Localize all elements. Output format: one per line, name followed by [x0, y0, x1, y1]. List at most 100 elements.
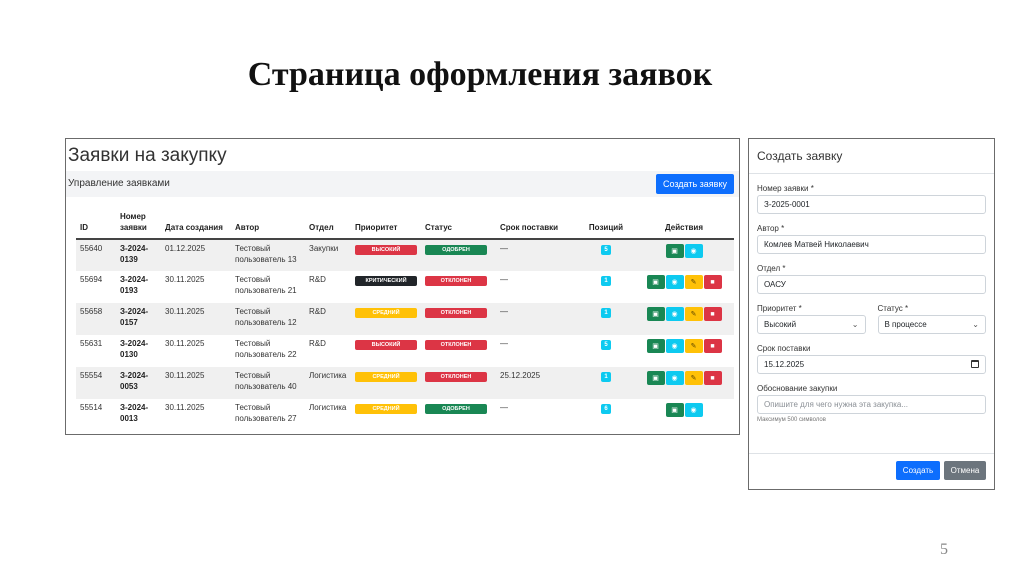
cell-deadline: — [500, 339, 508, 348]
table-header-row: ID Номер заявки Дата создания Автор Отде… [76, 209, 734, 240]
priority-badge: ВЫСОКИЙ [355, 340, 417, 350]
cell-author: Тестовый пользователь 27 [235, 403, 297, 423]
pencil-icon[interactable]: ✎ [684, 275, 703, 289]
cell-deadline: — [496, 303, 578, 335]
column-header-number[interactable]: Номер заявки [116, 209, 161, 240]
orders-toolbar: Управление заявками Создать заявку [66, 171, 739, 197]
row-actions: ▣ ◉ ✎ ■ [646, 339, 722, 353]
column-header-priority[interactable]: Приоритет [351, 209, 421, 240]
eye-icon[interactable]: ◉ [665, 275, 684, 289]
column-header-positions[interactable]: Позиций [578, 209, 634, 240]
box-icon[interactable]: ▣ [665, 403, 684, 417]
eye-icon[interactable]: ◉ [665, 339, 684, 353]
cell-positions: 1 [578, 303, 634, 335]
status-select[interactable]: В процессе ⌄ [877, 315, 986, 334]
trash-icon[interactable]: ■ [703, 275, 722, 289]
row-actions: ▣ ◉ [665, 244, 703, 258]
cell-status: ОТКЛОНЕН [421, 335, 496, 367]
page-number: 5 [940, 541, 948, 558]
positions-badge: 1 [601, 372, 611, 382]
box-icon[interactable]: ▣ [646, 307, 665, 321]
deadline-input[interactable]: 15.12.2025 [757, 355, 986, 374]
box-icon[interactable]: ▣ [665, 244, 684, 258]
eye-icon[interactable]: ◉ [684, 244, 703, 258]
row-actions: ▣ ◉ ✎ ■ [646, 275, 722, 289]
department-input[interactable]: ОАСУ [757, 275, 986, 294]
trash-icon[interactable]: ■ [703, 339, 722, 353]
submit-button[interactable]: Создать [896, 461, 940, 480]
cell-number: З-2024-0053 [116, 367, 161, 399]
eye-icon[interactable]: ◉ [684, 403, 703, 417]
cell-actions: ▣ ◉ ✎ ■ [634, 271, 734, 303]
cell-deadline: — [500, 403, 508, 412]
cell-status: ОТКЛОНЕН [421, 303, 496, 335]
table-row[interactable]: 55658 З-2024-0157 30.11.2025 Тестовый по… [76, 303, 734, 335]
cell-id: 55640 [76, 239, 116, 271]
table-row[interactable]: 55514 З-2024-0013 30.11.2025 Тестовый по… [76, 399, 734, 431]
cell-actions: ▣ ◉ ✎ ■ [634, 367, 734, 399]
justification-hint: Максимум 500 символов [757, 417, 826, 423]
pencil-icon[interactable]: ✎ [684, 339, 703, 353]
priority-badge: СРЕДНИЙ [355, 308, 417, 318]
priority-status-row: Приоритет * Высокий ⌄ Статус * В процесс… [757, 294, 986, 334]
box-icon[interactable]: ▣ [646, 339, 665, 353]
trash-icon[interactable]: ■ [703, 371, 722, 385]
cell-created: 30.11.2025 [165, 275, 205, 284]
cell-id: 55554 [76, 367, 116, 399]
cell-department: R&D [309, 339, 326, 348]
column-header-created[interactable]: Дата создания [161, 209, 231, 240]
justification-input[interactable]: Опишите для чего нужна эта закупка... [757, 395, 986, 414]
positions-badge: 5 [601, 340, 611, 350]
table-row[interactable]: 55640 З-2024-0139 01.12.2025 Тестовый по… [76, 239, 734, 271]
status-badge: ОДОБРЕН [425, 245, 487, 255]
status-badge: ОТКЛОНЕН [425, 308, 487, 318]
author-label: Автор * [757, 224, 785, 233]
pencil-icon[interactable]: ✎ [684, 371, 703, 385]
status-badge: ОТКЛОНЕН [425, 276, 487, 286]
column-header-author[interactable]: Автор [231, 209, 305, 240]
form-footer: Создать Отмена [749, 453, 994, 489]
row-actions: ▣ ◉ ✎ ■ [646, 371, 722, 385]
pencil-icon[interactable]: ✎ [684, 307, 703, 321]
number-input[interactable]: З-2025-0001 [757, 195, 986, 214]
box-icon[interactable]: ▣ [646, 371, 665, 385]
chevron-down-icon: ⌄ [972, 320, 979, 329]
eye-icon[interactable]: ◉ [665, 307, 684, 321]
cancel-button[interactable]: Отмена [944, 461, 986, 480]
priority-badge: СРЕДНИЙ [355, 404, 417, 414]
cell-department: Логистика [305, 367, 351, 399]
cell-number: З-2024-0193 [120, 275, 149, 295]
cell-id: 55514 [80, 403, 103, 412]
trash-icon[interactable]: ■ [703, 307, 722, 321]
table-row[interactable]: 55554 З-2024-0053 30.11.2025 Тестовый по… [76, 367, 734, 399]
column-header-id[interactable]: ID [76, 209, 116, 240]
column-header-deadline[interactable]: Срок поставки [496, 209, 578, 240]
cell-positions: 6 [578, 399, 634, 431]
calendar-icon[interactable] [971, 360, 979, 368]
priority-select[interactable]: Высокий ⌄ [757, 315, 866, 334]
box-icon[interactable]: ▣ [646, 275, 665, 289]
table-row[interactable]: 55694 З-2024-0193 30.11.2025 Тестовый по… [76, 271, 734, 303]
priority-badge: ВЫСОКИЙ [355, 245, 417, 255]
status-label: Статус * [877, 304, 909, 313]
justification-placeholder: Опишите для чего нужна эта закупка... [764, 400, 909, 409]
cell-id: 55694 [80, 275, 103, 284]
column-header-department[interactable]: Отдел [305, 209, 351, 240]
cell-priority: СРЕДНИЙ [351, 303, 421, 335]
cell-actions: ▣ ◉ ✎ ■ [634, 335, 734, 367]
cell-actions: ▣ ◉ [634, 239, 734, 271]
create-order-button[interactable]: Создать заявку [655, 174, 734, 194]
cell-number: З-2024-0139 [116, 239, 161, 271]
cell-priority: СРЕДНИЙ [351, 367, 421, 399]
cell-positions: 1 [578, 271, 634, 303]
cell-status: ОТКЛОНЕН [421, 367, 496, 399]
table-row[interactable]: 55631 З-2024-0130 30.11.2025 Тестовый по… [76, 335, 734, 367]
column-header-status[interactable]: Статус [421, 209, 496, 240]
cell-id: 55658 [76, 303, 116, 335]
cell-positions: 5 [578, 239, 634, 271]
cell-deadline: — [496, 239, 578, 271]
status-badge: ОТКЛОНЕН [425, 340, 487, 350]
author-input[interactable]: Комлев Матвей Николаевич [757, 235, 986, 254]
form-title: Создать заявку [749, 139, 994, 174]
eye-icon[interactable]: ◉ [665, 371, 684, 385]
